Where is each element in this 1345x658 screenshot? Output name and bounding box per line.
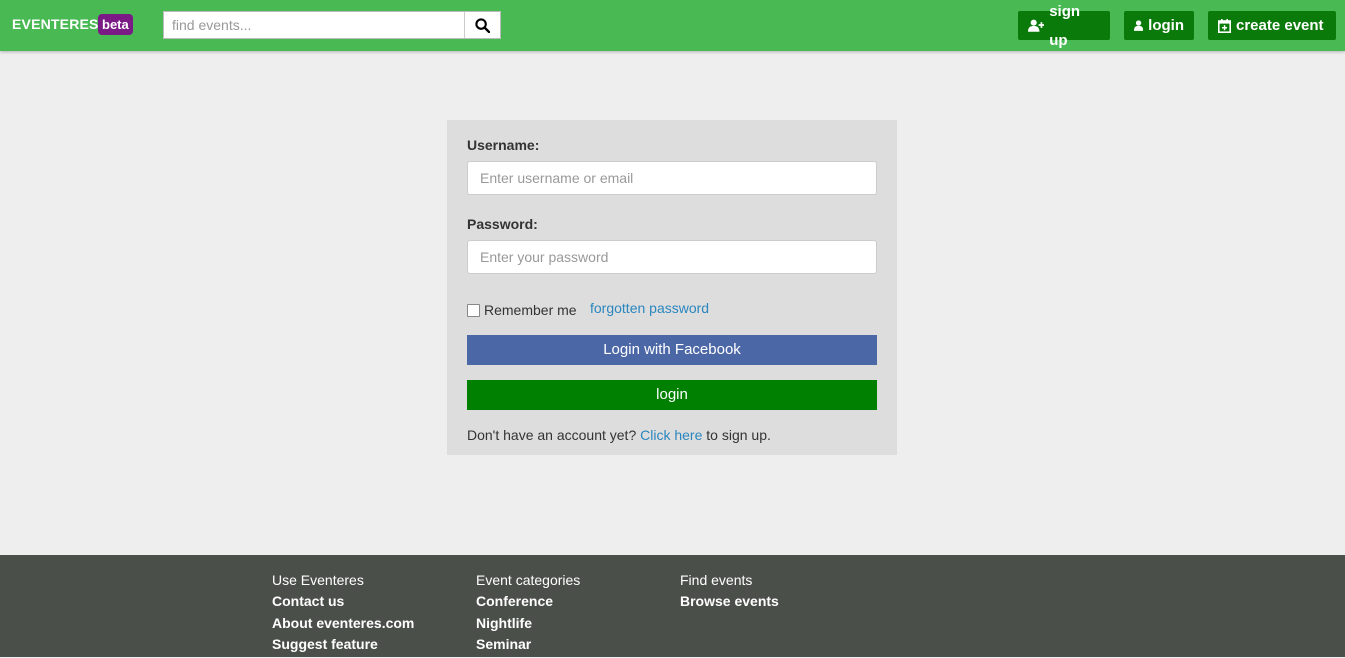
search-icon bbox=[475, 17, 490, 33]
footer-column-categories: Event categories Conference Nightlife Se… bbox=[476, 572, 580, 658]
footer-link-about[interactable]: About eventeres.com bbox=[272, 615, 414, 637]
forgot-password-link[interactable]: forgotten password bbox=[590, 300, 709, 316]
footer-heading: Find events bbox=[680, 572, 753, 588]
password-label: Password: bbox=[467, 216, 538, 232]
remember-label: Remember me bbox=[484, 302, 577, 318]
username-input[interactable] bbox=[467, 161, 877, 195]
footer-link-nightlife[interactable]: Nightlife bbox=[476, 615, 580, 637]
footer-link-contact[interactable]: Contact us bbox=[272, 593, 414, 615]
footer: Use Eventeres Contact us About eventeres… bbox=[0, 555, 1345, 657]
footer-link-browse[interactable]: Browse events bbox=[680, 593, 779, 615]
footer-link-suggest[interactable]: Suggest feature bbox=[272, 636, 414, 658]
password-input[interactable] bbox=[467, 240, 877, 274]
brand-logo[interactable]: EVENTERES bbox=[12, 16, 99, 32]
remember-checkbox[interactable] bbox=[467, 303, 480, 317]
signup-prompt: Don't have an account yet? Click here to… bbox=[467, 427, 771, 443]
remember-me: Remember me bbox=[467, 302, 577, 318]
facebook-login-button[interactable]: Login with Facebook bbox=[467, 335, 877, 365]
footer-heading: Event categories bbox=[476, 572, 581, 588]
login-nav-button[interactable]: login bbox=[1124, 11, 1194, 40]
footer-column-find: Find events Browse events bbox=[680, 572, 779, 615]
login-submit-button[interactable]: login bbox=[467, 380, 877, 410]
signup-link[interactable]: Click here bbox=[640, 427, 702, 443]
footer-heading: Use Eventeres bbox=[272, 572, 364, 588]
user-icon bbox=[1134, 20, 1144, 31]
login-panel: Username: Password: Remember me forgotte… bbox=[447, 120, 897, 455]
footer-link-seminar[interactable]: Seminar bbox=[476, 636, 580, 658]
signup-button[interactable]: sign up bbox=[1018, 3, 1110, 49]
signup-prefix: Don't have an account yet? bbox=[467, 427, 637, 443]
beta-badge: beta bbox=[98, 14, 133, 35]
login-nav-label: login bbox=[1148, 17, 1184, 34]
add-user-icon bbox=[1028, 19, 1045, 32]
create-event-button[interactable]: create event bbox=[1208, 11, 1336, 40]
footer-column-use: Use Eventeres Contact us About eventeres… bbox=[272, 572, 414, 658]
signup-label: sign up bbox=[1049, 2, 1081, 49]
calendar-plus-icon bbox=[1218, 18, 1231, 33]
footer-link-conference[interactable]: Conference bbox=[476, 593, 580, 615]
username-label: Username: bbox=[467, 137, 540, 153]
create-event-label: create event bbox=[1236, 17, 1324, 34]
search-box bbox=[163, 11, 501, 39]
top-navbar: EVENTERES beta sign up login bbox=[0, 0, 1345, 51]
search-button[interactable] bbox=[464, 12, 500, 38]
search-input[interactable] bbox=[164, 12, 465, 38]
signup-suffix: to sign up. bbox=[706, 427, 771, 443]
